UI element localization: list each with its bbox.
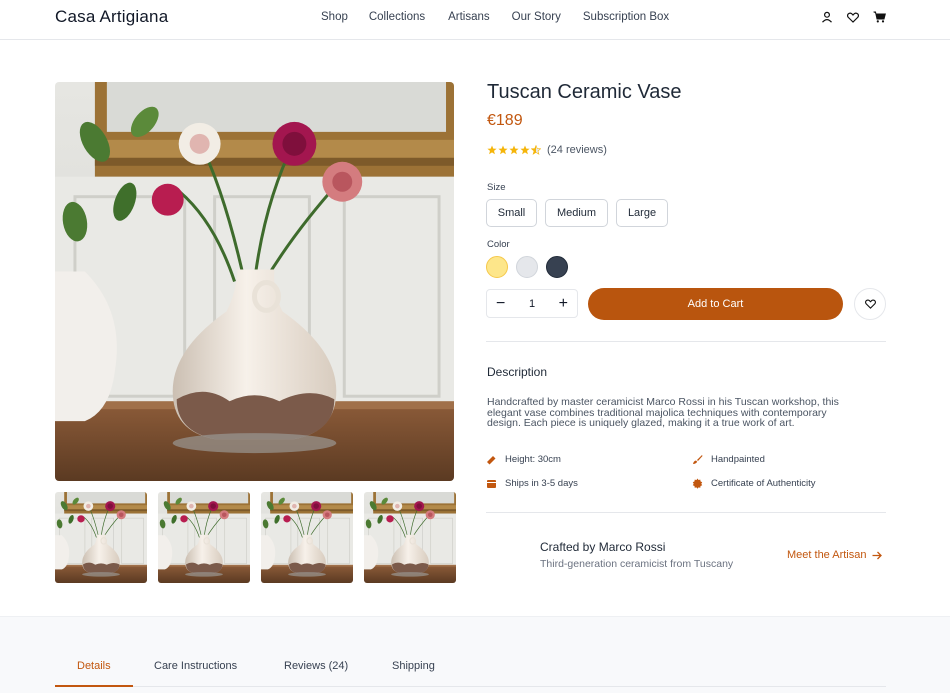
product-title: Tuscan Ceramic Vase [487,81,682,103]
color-label: Color [487,239,510,250]
box-icon [487,480,496,488]
size-large-button[interactable]: Large [616,199,668,227]
tab-reviews[interactable]: Reviews (24) [284,660,348,672]
description-text: Handcrafted by master ceramicist Marco R… [487,397,882,429]
add-to-cart-button[interactable]: Add to Cart [588,288,843,320]
arrow-right-icon [872,551,882,559]
star-icon [520,145,530,155]
feature-label: Height: 30cm [505,454,561,465]
divider [486,512,886,513]
wishlist-button[interactable] [854,288,886,320]
thumbnail-strip [55,492,456,583]
color-swatch-charcoal[interactable] [546,256,568,278]
tab-shipping[interactable]: Shipping [392,660,435,672]
size-small-button[interactable]: Small [486,199,537,227]
decrease-quantity-button[interactable]: − [496,295,505,312]
heart-icon[interactable] [847,12,859,23]
feature-certificate: Certificate of Authenticity [692,478,816,489]
meet-the-artisan-label: Meet the Artisan [787,549,867,561]
color-options [486,256,568,278]
feature-label: Handpainted [711,454,765,465]
quantity-stepper: − 1 + [486,289,578,318]
description-heading: Description [487,365,548,379]
color-swatch-light-gray[interactable] [516,256,538,278]
feature-label: Ships in 3-5 days [505,478,578,489]
color-swatch-yellow[interactable] [486,256,508,278]
half-star-icon [531,145,541,155]
thumbnail-3[interactable] [261,492,353,583]
product-main-image[interactable] [55,82,454,481]
increase-quantity-button[interactable]: + [559,295,568,312]
artisan-name: Crafted by Marco Rossi [540,540,666,554]
thumbnail-1[interactable] [55,492,147,583]
nav-subscription-box[interactable]: Subscription Box [583,11,669,23]
artisan-subtitle: Third-generation ceramicist from Tuscany [540,558,734,570]
star-rating [487,145,541,155]
cart-icon[interactable] [873,11,886,23]
tabs-baseline [55,686,886,687]
ruler-icon [487,456,496,465]
paintbrush-icon [693,455,703,464]
feature-handpainted: Handpainted [692,454,765,465]
description-line: design. Each piece is uniquely glazed, m… [487,417,795,430]
description-line: Handcrafted by master ceramicist Marco R… [487,396,839,408]
heart-icon [864,299,876,309]
product-rating[interactable]: (24 reviews) [487,144,607,156]
review-count[interactable]: (24 reviews) [547,144,607,156]
certificate-icon [692,478,703,489]
tab-care-instructions[interactable]: Care Instructions [154,660,237,672]
active-tab-indicator [55,685,133,687]
brand-logo[interactable]: Casa Artigiana [55,7,168,27]
nav-shop[interactable]: Shop [321,11,348,23]
star-icon [509,145,519,155]
thumbnail-4[interactable] [364,492,456,583]
feature-shipping: Ships in 3-5 days [486,478,578,489]
tab-details[interactable]: Details [77,660,111,672]
user-icon[interactable] [821,11,833,23]
feature-height: Height: 30cm [486,454,561,465]
nav-artisans[interactable]: Artisans [448,11,490,23]
header-icons [821,11,886,23]
size-medium-button[interactable]: Medium [545,199,608,227]
star-icon [487,145,497,155]
nav-our-story[interactable]: Our Story [512,11,561,23]
star-icon [498,145,508,155]
main-nav: Shop Collections Artisans Our Story Subs… [321,11,669,23]
site-header: Casa Artigiana Shop Collections Artisans… [0,0,950,40]
product-tabs: Details Care Instructions Reviews (24) S… [0,616,950,693]
meet-the-artisan-link[interactable]: Meet the Artisan [787,549,882,561]
feature-label: Certificate of Authenticity [711,478,816,489]
product-price: €189 [487,112,523,129]
divider [486,341,886,342]
nav-collections[interactable]: Collections [369,11,425,23]
size-label: Size [487,182,506,193]
quantity-value[interactable]: 1 [529,298,535,310]
size-options: Small Medium Large [486,199,668,227]
thumbnail-2[interactable] [158,492,250,583]
